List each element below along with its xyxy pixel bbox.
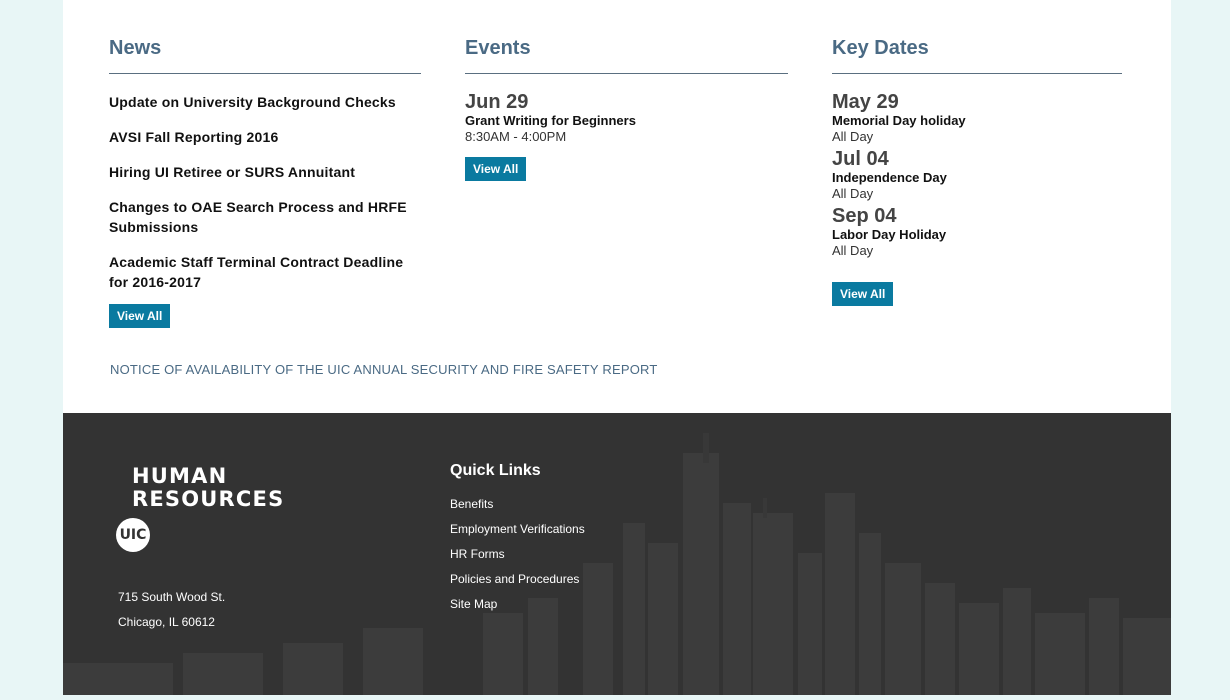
key-date-title: Memorial Day holiday — [832, 113, 966, 128]
key-dates-list: May 29 Memorial Day holiday All Day Jul … — [832, 91, 1122, 259]
key-date-title: Independence Day — [832, 170, 947, 185]
news-item[interactable]: Academic Staff Terminal Contract Deadlin… — [109, 252, 421, 292]
address-street: 715 South Wood St. — [118, 590, 226, 604]
quick-links-heading: Quick Links — [450, 462, 541, 479]
main-content: News Update on University Background Che… — [63, 0, 1171, 413]
key-date-date: Jul 04 — [832, 148, 889, 170]
key-date-date: Sep 04 — [832, 205, 897, 227]
city-skyline-background — [63, 433, 1171, 695]
news-item[interactable]: AVSI Fall Reporting 2016 — [109, 127, 421, 147]
events-heading: Events — [465, 36, 788, 74]
event-time: 8:30AM - 4:00PM — [465, 129, 567, 144]
events-column: Events Jun 29 Grant Writing for Beginner… — [465, 36, 788, 181]
event-item[interactable]: Jun 29 Grant Writing for Beginners 8:30A… — [465, 91, 788, 145]
events-view-all-button[interactable]: View All — [465, 157, 527, 181]
key-date-title: Labor Day Holiday — [832, 227, 947, 242]
safety-report-notice-link[interactable]: NOTICE OF AVAILABILITY OF THE UIC ANNUAL… — [110, 362, 658, 377]
event-date: Jun 29 — [465, 91, 529, 113]
logo-text-human: HUMAN — [132, 464, 228, 488]
key-date-time: All Day — [832, 129, 874, 144]
quick-links: Quick Links Benefits Employment Verifica… — [450, 462, 585, 617]
uic-logo-badge[interactable]: UIC — [116, 518, 150, 552]
key-date-item: Sep 04 Labor Day Holiday All Day — [832, 205, 1122, 259]
key-date-time: All Day — [832, 243, 874, 258]
logo-text-resources: RESOURCES — [132, 487, 285, 511]
news-item[interactable]: Update on University Background Checks — [109, 92, 421, 112]
quick-link-site-map[interactable]: Site Map — [450, 592, 585, 617]
event-title[interactable]: Grant Writing for Beginners — [465, 113, 788, 129]
quick-link-benefits[interactable]: Benefits — [450, 492, 585, 517]
footer-address: 715 South Wood St. Chicago, IL 60612 — [118, 585, 225, 635]
site-footer: HUMAN RESOURCES UIC 715 South Wood St. C… — [63, 413, 1171, 695]
news-list: Update on University Background Checks A… — [109, 92, 421, 292]
key-date-item: May 29 Memorial Day holiday All Day — [832, 91, 1122, 145]
quick-link-hr-forms[interactable]: HR Forms — [450, 542, 585, 567]
key-date-date: May 29 — [832, 91, 899, 113]
address-city: Chicago, IL 60612 — [118, 615, 215, 629]
key-date-time: All Day — [832, 186, 874, 201]
news-item[interactable]: Hiring UI Retiree or SURS Annuitant — [109, 162, 421, 182]
quick-link-policies[interactable]: Policies and Procedures — [450, 567, 585, 592]
key-dates-column: Key Dates May 29 Memorial Day holiday Al… — [832, 36, 1122, 306]
key-dates-view-all-button[interactable]: View All — [832, 282, 894, 306]
key-dates-heading: Key Dates — [832, 36, 1122, 74]
news-column: News Update on University Background Che… — [109, 36, 421, 328]
quick-link-employment-verifications[interactable]: Employment Verifications — [450, 517, 585, 542]
key-date-item: Jul 04 Independence Day All Day — [832, 148, 1122, 202]
news-item[interactable]: Changes to OAE Search Process and HRFE S… — [109, 197, 421, 237]
news-heading: News — [109, 36, 421, 74]
hr-logo[interactable]: HUMAN RESOURCES — [132, 465, 284, 511]
news-view-all-button[interactable]: View All — [109, 304, 171, 328]
